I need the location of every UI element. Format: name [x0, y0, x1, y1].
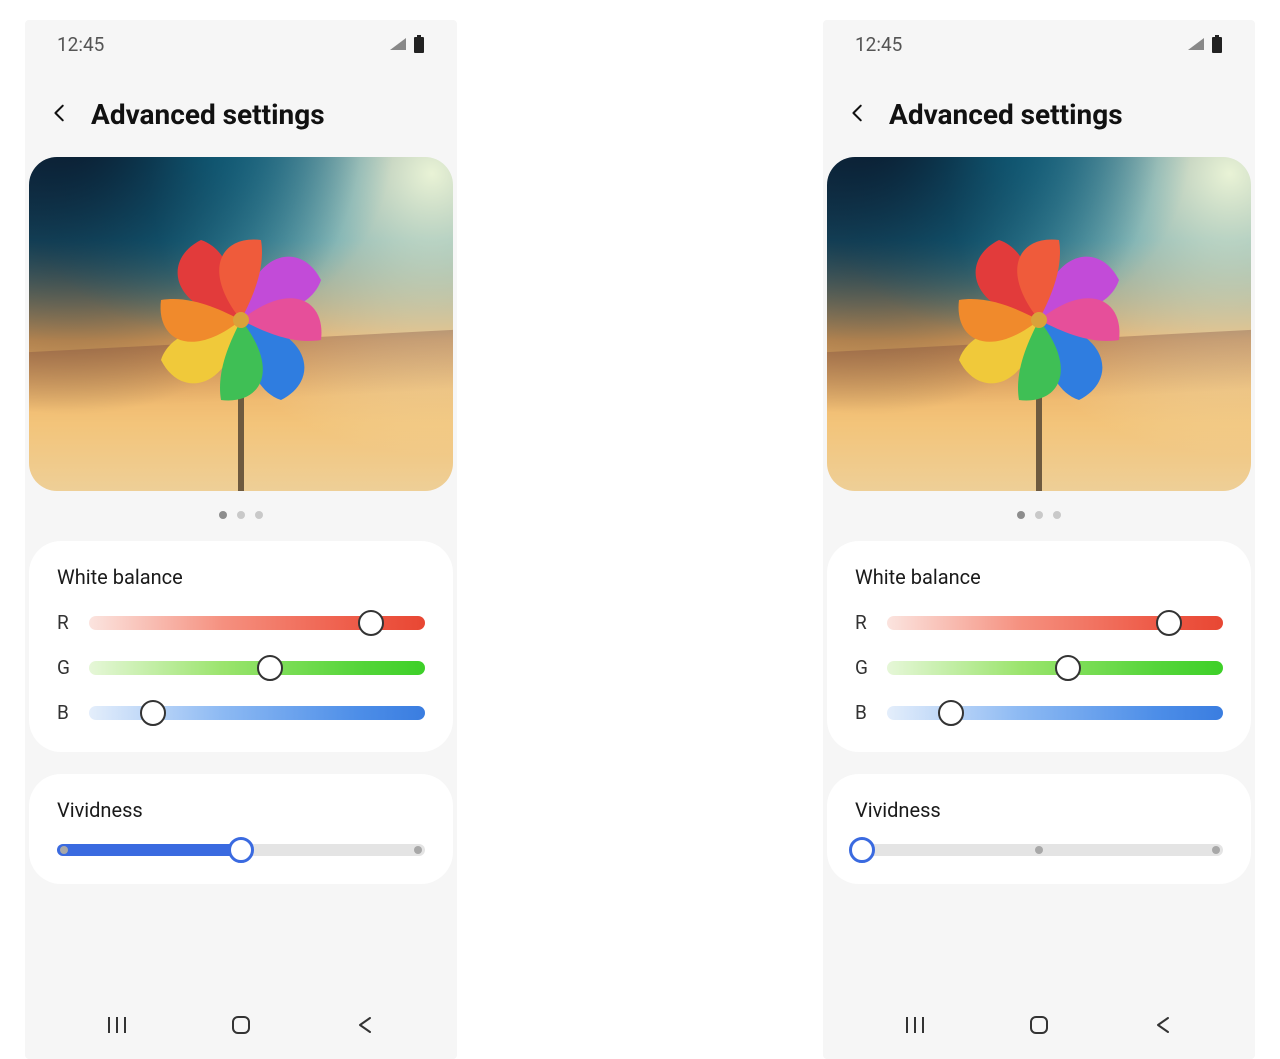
pager-dot-1[interactable] — [219, 511, 227, 519]
cell-signal-icon — [1187, 37, 1205, 51]
wb-slider-g-row: G — [57, 656, 425, 679]
wb-slider-r-row: R — [855, 611, 1223, 634]
wb-slider-b-row: B — [855, 701, 1223, 724]
preview-image[interactable] — [29, 157, 453, 491]
vividness-slider[interactable] — [855, 844, 1223, 856]
navigation-bar — [823, 995, 1255, 1059]
status-bar: 12:45 — [25, 20, 457, 68]
vividness-fill — [57, 844, 241, 856]
wb-thumb-b[interactable] — [140, 700, 166, 726]
nav-home-button[interactable] — [1028, 1014, 1050, 1036]
wb-label-g: G — [57, 656, 73, 679]
pinwheel-image — [121, 190, 361, 491]
wb-label-r: R — [57, 611, 73, 634]
battery-icon — [1211, 35, 1223, 53]
white-balance-title: White balance — [57, 565, 425, 589]
home-icon — [1030, 1016, 1048, 1034]
status-time: 12:45 — [57, 33, 104, 56]
status-bar: 12:45 — [823, 20, 1255, 68]
wb-slider-r-row: R — [57, 611, 425, 634]
wb-slider-r[interactable] — [89, 616, 425, 630]
status-icons — [1187, 35, 1223, 53]
wb-label-r: R — [855, 611, 871, 634]
wb-label-b: B — [57, 701, 73, 724]
status-time: 12:45 — [855, 33, 902, 56]
vividness-stop-2 — [1035, 846, 1043, 854]
wb-slider-b[interactable] — [89, 706, 425, 720]
wb-thumb-g[interactable] — [1055, 655, 1081, 681]
pager-dot-2[interactable] — [1035, 511, 1043, 519]
vividness-title: Vividness — [855, 798, 1223, 822]
recents-icon — [904, 1016, 926, 1034]
title-row: Advanced settings — [823, 68, 1255, 157]
vividness-stop-3 — [414, 846, 422, 854]
page-title: Advanced settings — [889, 98, 1123, 131]
wb-slider-g-row: G — [855, 656, 1223, 679]
vividness-slider[interactable] — [57, 844, 425, 856]
chevron-left-icon — [49, 102, 71, 124]
white-balance-card: White balance R G B — [29, 541, 453, 752]
wb-slider-b-row: B — [57, 701, 425, 724]
vividness-stop-1 — [60, 846, 68, 854]
chevron-left-icon — [847, 102, 869, 124]
recents-icon — [106, 1016, 128, 1034]
white-balance-card: White balance R G B — [827, 541, 1251, 752]
pager-dots[interactable] — [25, 491, 457, 537]
phone-right: 12:45 Advanced settings — [823, 20, 1255, 1059]
nav-back-button[interactable] — [1152, 1014, 1174, 1036]
wb-slider-g[interactable] — [89, 661, 425, 675]
vividness-thumb[interactable] — [849, 837, 875, 863]
battery-icon — [413, 35, 425, 53]
pager-dot-3[interactable] — [1053, 511, 1061, 519]
phone-left: 12:45 Advanced settings — [25, 20, 457, 1059]
wb-label-b: B — [855, 701, 871, 724]
home-icon — [232, 1016, 250, 1034]
page-title: Advanced settings — [91, 98, 325, 131]
nav-back-button[interactable] — [354, 1014, 376, 1036]
wb-slider-b[interactable] — [887, 706, 1223, 720]
wb-label-g: G — [855, 656, 871, 679]
navigation-bar — [25, 995, 457, 1059]
pager-dot-2[interactable] — [237, 511, 245, 519]
wb-thumb-r[interactable] — [1156, 610, 1182, 636]
wb-slider-r[interactable] — [887, 616, 1223, 630]
white-balance-title: White balance — [855, 565, 1223, 589]
wb-thumb-b[interactable] — [938, 700, 964, 726]
back-button[interactable] — [847, 102, 869, 128]
nav-recents-button[interactable] — [904, 1014, 926, 1036]
vividness-card: Vividness — [29, 774, 453, 884]
vividness-stop-3 — [1212, 846, 1220, 854]
nav-home-button[interactable] — [230, 1014, 252, 1036]
pinwheel-image — [919, 190, 1159, 491]
status-icons — [389, 35, 425, 53]
wb-slider-g[interactable] — [887, 661, 1223, 675]
vividness-title: Vividness — [57, 798, 425, 822]
nav-back-icon — [357, 1016, 373, 1034]
pager-dots[interactable] — [823, 491, 1255, 537]
vividness-thumb[interactable] — [228, 837, 254, 863]
back-button[interactable] — [49, 102, 71, 128]
nav-recents-button[interactable] — [106, 1014, 128, 1036]
vividness-card: Vividness — [827, 774, 1251, 884]
pager-dot-3[interactable] — [255, 511, 263, 519]
wb-thumb-g[interactable] — [257, 655, 283, 681]
title-row: Advanced settings — [25, 68, 457, 157]
preview-image[interactable] — [827, 157, 1251, 491]
cell-signal-icon — [389, 37, 407, 51]
wb-thumb-r[interactable] — [358, 610, 384, 636]
pager-dot-1[interactable] — [1017, 511, 1025, 519]
nav-back-icon — [1155, 1016, 1171, 1034]
